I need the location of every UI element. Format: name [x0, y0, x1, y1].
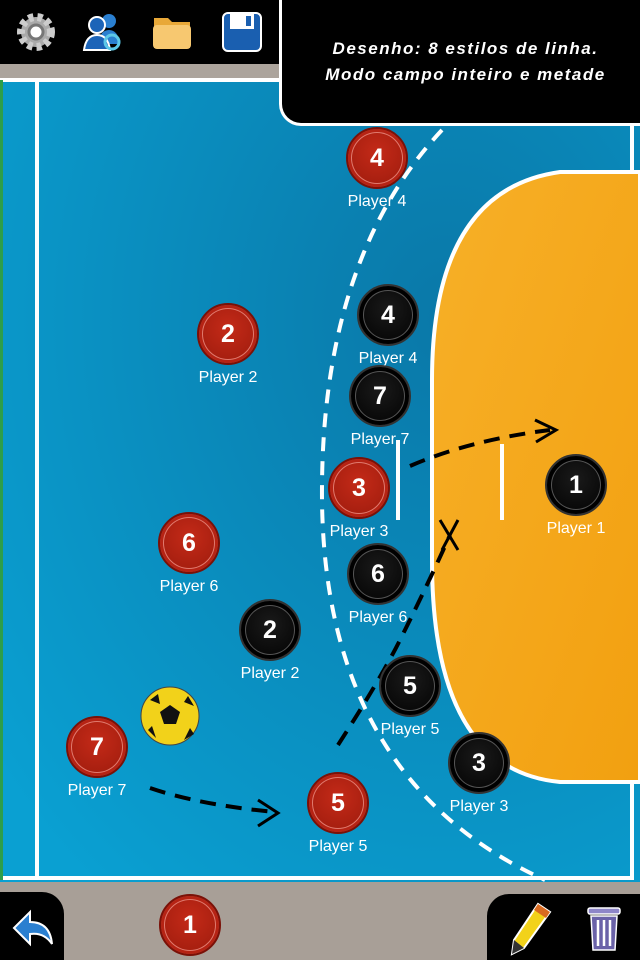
- users-sync-icon[interactable]: [82, 10, 126, 54]
- black-player-token[interactable]: 6: [347, 543, 409, 605]
- banner-line-1: Desenho: 8 estilos de linha.: [332, 39, 599, 58]
- player-label: Player 2: [240, 665, 300, 682]
- black-player-token[interactable]: 7: [349, 365, 411, 427]
- black-player-token[interactable]: 5: [379, 655, 441, 717]
- red-player-token[interactable]: 3: [328, 457, 390, 519]
- red-player-token[interactable]: 2: [197, 303, 259, 365]
- undo-icon[interactable]: [10, 908, 56, 948]
- black-player-token[interactable]: 2: [239, 599, 301, 661]
- red-player-token[interactable]: 5: [307, 772, 369, 834]
- black-player-token[interactable]: 3: [448, 732, 510, 794]
- red-player-token[interactable]: 6: [158, 512, 220, 574]
- player-label: Player 7: [67, 782, 127, 799]
- info-banner: Desenho: 8 estilos de linha. Modo campo …: [279, 0, 640, 126]
- player-label: Player 1: [546, 520, 606, 537]
- ball[interactable]: [140, 686, 200, 746]
- pencil-icon[interactable]: [508, 900, 554, 956]
- red-player-token[interactable]: 7: [66, 716, 128, 778]
- player-label: Player 2: [198, 369, 258, 386]
- player-label: Player 5: [380, 721, 440, 738]
- gear-icon[interactable]: [14, 10, 58, 54]
- player-label: Player 6: [348, 609, 408, 626]
- bench-player-token[interactable]: 1: [159, 894, 221, 956]
- save-icon[interactable]: [220, 10, 264, 54]
- toolbar-band: [0, 64, 290, 78]
- edge-strip: [0, 80, 3, 880]
- player-label: Player 3: [449, 798, 509, 815]
- black-player-token[interactable]: 4: [357, 284, 419, 346]
- player-label: Player 6: [159, 578, 219, 595]
- folder-icon[interactable]: [150, 10, 194, 54]
- player-label: Player 5: [308, 838, 368, 855]
- black-player-token[interactable]: 1: [545, 454, 607, 516]
- banner-line-2: Modo campo inteiro e metade: [325, 65, 606, 84]
- player-label: Player 4: [347, 193, 407, 210]
- player-label: Player 7: [350, 431, 410, 448]
- trash-icon[interactable]: [584, 900, 624, 954]
- player-label: Player 3: [329, 523, 389, 540]
- goal-area: [430, 170, 640, 784]
- red-player-token[interactable]: 4: [346, 127, 408, 189]
